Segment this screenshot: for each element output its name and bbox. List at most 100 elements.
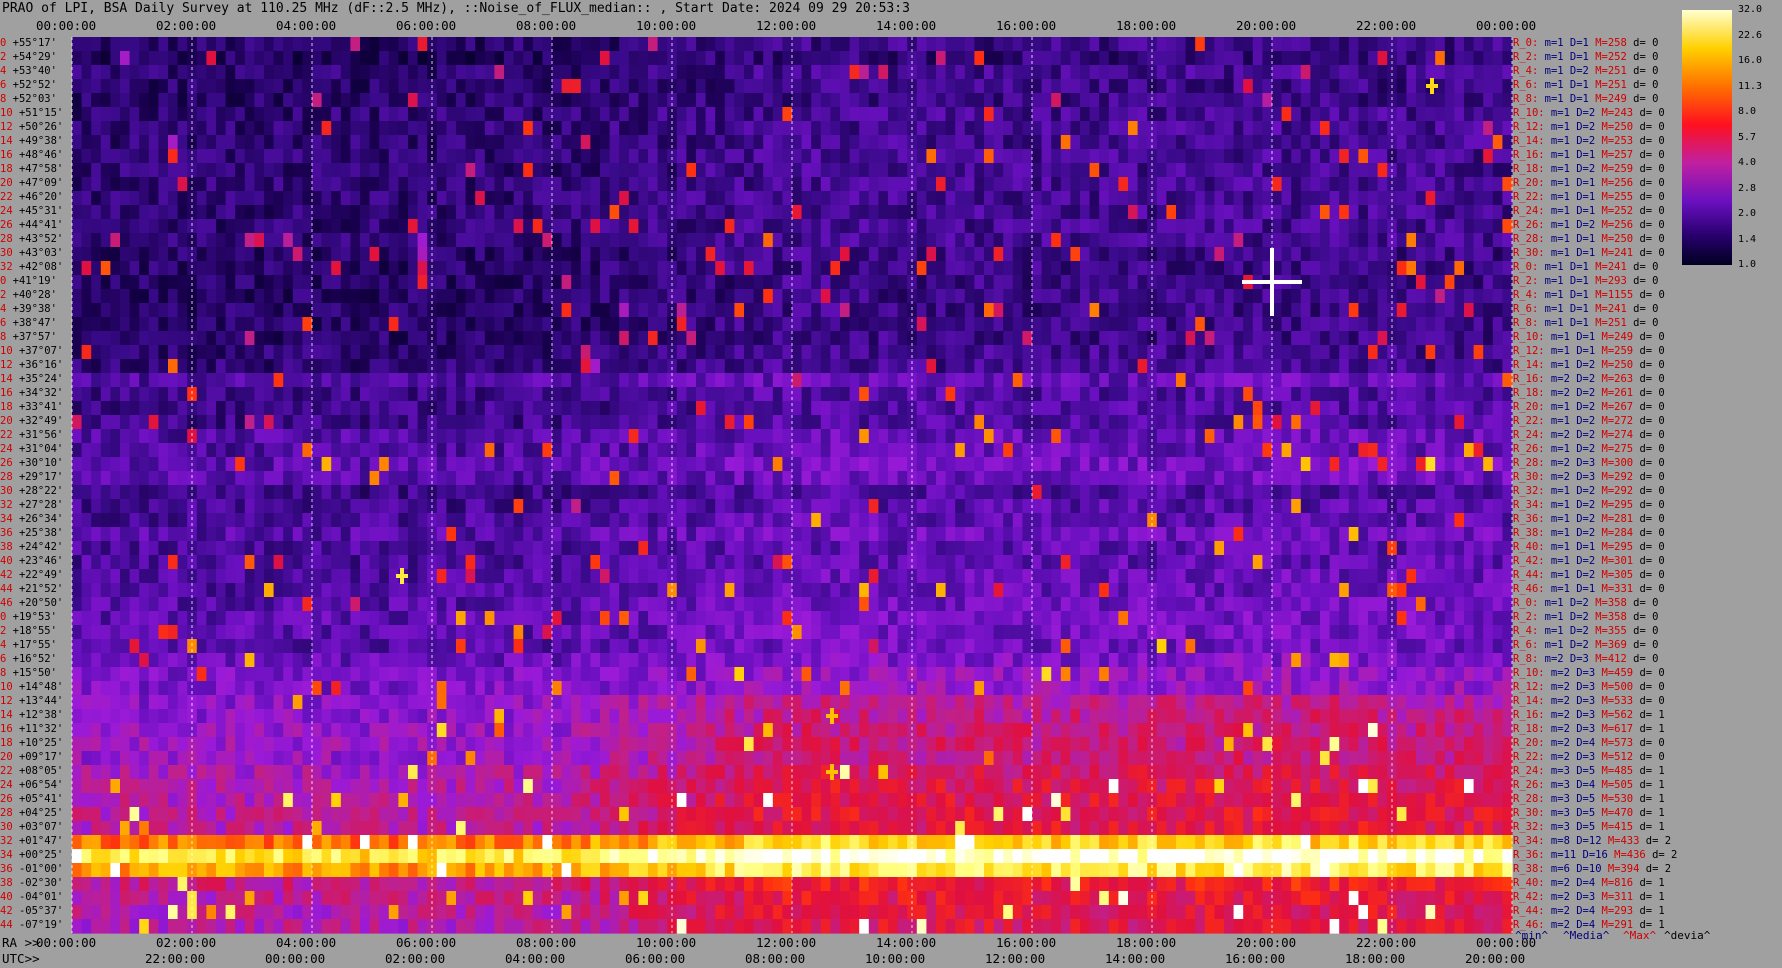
heatmap-cell	[1416, 457, 1427, 472]
heatmap-cell	[1214, 345, 1225, 360]
heatmap-cell	[1137, 387, 1148, 402]
heatmap-cell	[964, 359, 975, 374]
heatmap-cell	[542, 163, 553, 178]
heatmap-cell	[763, 387, 774, 402]
heatmap-cell	[974, 233, 985, 248]
heatmap-cell	[465, 121, 476, 136]
heatmap-cell	[590, 457, 601, 472]
heatmap-cell	[110, 65, 121, 80]
heatmap-cell	[801, 149, 812, 164]
heatmap-cell	[1012, 387, 1023, 402]
heatmap-cell	[273, 359, 284, 374]
heatmap-cell	[1060, 205, 1071, 220]
heatmap-cell	[283, 247, 294, 262]
heatmap-cell	[1291, 79, 1302, 94]
heatmap-cell	[926, 107, 937, 122]
heatmap-cell	[1108, 107, 1119, 122]
heatmap-cell	[724, 457, 735, 472]
heatmap-cell	[571, 359, 582, 374]
heatmap-cell	[504, 415, 515, 430]
heatmap-cell	[1320, 65, 1331, 80]
heatmap-cell	[235, 387, 246, 402]
heatmap-cell	[571, 317, 582, 332]
heatmap-cell	[888, 107, 899, 122]
heatmap-cell	[1032, 387, 1043, 402]
heatmap-cell	[513, 51, 524, 66]
heatmap-cell	[609, 331, 620, 346]
heatmap-cell	[1454, 37, 1465, 52]
heatmap-cell	[657, 51, 668, 66]
heatmap-cell	[792, 387, 803, 402]
heatmap-cell	[840, 163, 851, 178]
heatmap-cell	[1108, 177, 1119, 192]
heatmap-cell	[1483, 261, 1494, 276]
heatmap-cell	[916, 191, 927, 206]
heatmap-cell	[840, 415, 851, 430]
heatmap-cell	[1137, 457, 1148, 472]
heatmap-cell	[1003, 373, 1014, 388]
heatmap-cell	[1444, 79, 1455, 94]
heatmap-cell	[254, 471, 265, 486]
heatmap-cell	[91, 275, 102, 290]
heatmap-cell	[1473, 149, 1484, 164]
heatmap-cell	[81, 121, 92, 136]
heatmap-cell	[340, 177, 351, 192]
heatmap-cell	[888, 485, 899, 500]
heatmap-cell	[1358, 317, 1369, 332]
heatmap-cell	[139, 135, 150, 150]
heatmap-cell	[1195, 191, 1206, 206]
heatmap-cell	[1022, 205, 1033, 220]
heatmap-cell	[696, 429, 707, 444]
heatmap-cell	[638, 79, 649, 94]
heatmap-cell	[715, 471, 726, 486]
heatmap-cell	[772, 387, 783, 402]
heatmap-cell	[1243, 65, 1254, 80]
heatmap-cell	[1089, 457, 1100, 472]
heatmap-cell	[292, 205, 303, 220]
heatmap-cell	[456, 65, 467, 80]
heatmap-cell	[849, 191, 860, 206]
heatmap-cell	[158, 177, 169, 192]
heatmap-cell	[235, 219, 246, 234]
heatmap-cell	[1195, 37, 1206, 52]
heatmap-cell	[1137, 471, 1148, 486]
heatmap-cell	[561, 317, 572, 332]
heatmap-cell	[244, 457, 255, 472]
heatmap-cell	[868, 387, 879, 402]
heatmap-cell	[1118, 387, 1129, 402]
heatmap-cell	[753, 121, 764, 136]
heatmap-cell	[609, 37, 620, 52]
heatmap-cell	[926, 443, 937, 458]
heatmap-cell	[1195, 331, 1206, 346]
heatmap-cell	[1089, 261, 1100, 276]
heatmap-cell	[600, 429, 611, 444]
heatmap-cell	[1214, 149, 1225, 164]
heatmap-cell	[360, 247, 371, 262]
heatmap-cell	[542, 219, 553, 234]
heatmap-cell	[542, 471, 553, 486]
heatmap-cell	[273, 317, 284, 332]
heatmap-cell	[398, 93, 409, 108]
heatmap-cell	[120, 401, 131, 416]
heatmap-cell	[1435, 93, 1446, 108]
heatmap-cell	[1089, 37, 1100, 52]
heatmap-cell	[1022, 401, 1033, 416]
heatmap-cell	[398, 247, 409, 262]
heatmap-cell	[1435, 205, 1446, 220]
heatmap-cell	[1128, 261, 1139, 276]
heatmap-cell	[1377, 331, 1388, 346]
heatmap-cell	[446, 317, 457, 332]
heatmap-cell	[264, 247, 275, 262]
heatmap-cell	[1022, 303, 1033, 318]
heatmap-cell	[840, 471, 851, 486]
heatmap-cell	[993, 289, 1004, 304]
heatmap-cell	[1233, 65, 1244, 80]
heatmap-cell	[379, 149, 390, 164]
heatmap-cell	[1041, 79, 1052, 94]
heatmap-cell	[705, 303, 716, 318]
heatmap-cell	[830, 289, 841, 304]
heatmap-cell	[465, 331, 476, 346]
heatmap-cell	[1483, 79, 1494, 94]
heatmap-cell	[552, 149, 563, 164]
heatmap-cell	[619, 303, 630, 318]
